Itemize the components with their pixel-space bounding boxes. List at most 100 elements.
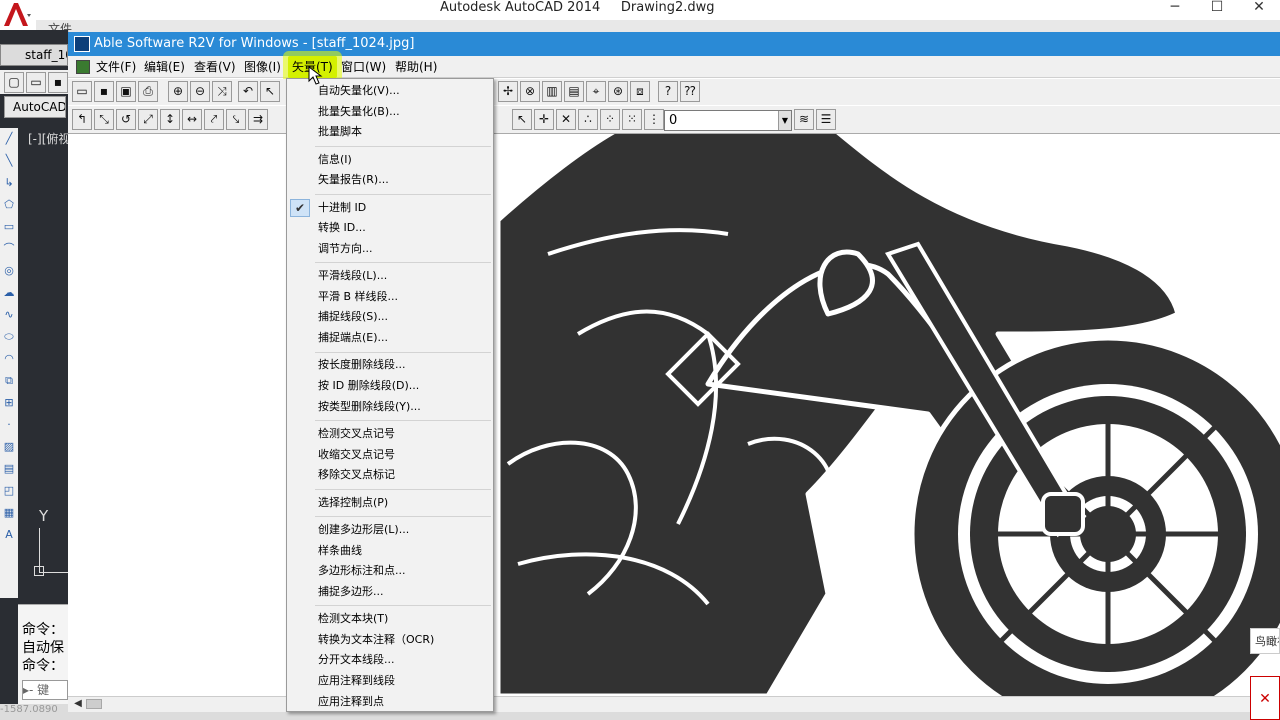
menu-edit[interactable]: 编辑(E)	[140, 56, 189, 78]
auto-vectorize-icon[interactable]: ⤨	[212, 81, 232, 102]
grid-tool-icon[interactable]: ▥	[542, 81, 562, 102]
column-tool-icon[interactable]: ▤	[564, 81, 584, 102]
scrollbar-thumb[interactable]	[86, 699, 102, 709]
vector-menu-item[interactable]: 平滑 B 样线段...	[288, 287, 493, 307]
raster-canvas[interactable]	[68, 121, 1280, 720]
node-set-icon[interactable]: ∴	[578, 109, 598, 130]
horizontal-split-icon[interactable]: ↔	[182, 109, 202, 130]
vector-menu-item[interactable]: 样条曲线	[288, 541, 493, 561]
document-icon[interactable]	[76, 60, 90, 74]
vertical-split-icon[interactable]: ↕	[160, 109, 180, 130]
hatch-tool-icon[interactable]: ▨	[2, 440, 16, 454]
layer-list-icon[interactable]: ☰	[816, 109, 836, 130]
vector-menu-item[interactable]: 信息(I)	[288, 150, 493, 170]
vector-menu-item[interactable]: 十进制 ID ✔	[288, 198, 493, 218]
point-tool-icon[interactable]: ·	[2, 418, 16, 432]
join-icon[interactable]: ⇉	[248, 109, 268, 130]
vector-menu-item[interactable]: 平滑线段(L)...	[288, 266, 493, 286]
vector-menu-item[interactable]: 批量脚本	[288, 122, 493, 142]
vector-menu-item[interactable]: 应用注释到线段	[288, 671, 493, 691]
r2v-app-icon[interactable]	[74, 36, 90, 52]
table-tool-icon[interactable]: ▦	[2, 506, 16, 520]
menu-view[interactable]: 查看(V)	[190, 56, 240, 78]
menu-file[interactable]: 文件(F)	[92, 56, 140, 78]
insert-block-icon[interactable]: ⧉	[2, 374, 16, 388]
scroll-left-icon[interactable]: ◀	[72, 698, 84, 710]
autocad-logo-icon[interactable]	[0, 0, 34, 30]
vector-menu-item[interactable]: 矢量报告(R)...	[288, 170, 493, 190]
multiline-text-icon[interactable]: A	[2, 528, 16, 542]
gradient-tool-icon[interactable]: ▤	[2, 462, 16, 476]
node-tool-icon[interactable]: ✢	[498, 81, 518, 102]
spline-tool-icon[interactable]: ∿	[2, 308, 16, 322]
vector-menu-item[interactable]: 多边形标注和点...	[288, 561, 493, 581]
ellipse-arc-icon[interactable]: ◠	[2, 352, 16, 366]
vector-menu-item[interactable]: 捕捉端点(E)...	[288, 328, 493, 348]
viewport-label[interactable]: [-][俯视	[28, 130, 68, 147]
node-grid-icon[interactable]: ⁘	[600, 109, 620, 130]
close-icon[interactable]: ✕	[1236, 0, 1280, 14]
workspace-selector[interactable]: AutoCAD	[4, 96, 66, 118]
horizontal-scrollbar[interactable]	[68, 696, 1280, 712]
lasso-icon[interactable]: ↺	[116, 109, 136, 130]
vector-menu-item[interactable]: 选择控制点(P)	[288, 493, 493, 513]
polyline-tool-icon[interactable]: ↳	[2, 176, 16, 190]
save-all-icon[interactable]: ▣	[116, 81, 136, 102]
vector-menu-item[interactable]: 检测交叉点记号	[288, 424, 493, 444]
panel-close-icon[interactable]: ✕	[1250, 676, 1280, 720]
undo-icon[interactable]: ↶	[238, 81, 258, 102]
zoom-in-icon[interactable]: ⊕	[168, 81, 188, 102]
construction-line-icon[interactable]: ╲	[2, 154, 16, 168]
vector-menu-item[interactable]: 捕捉线段(S)...	[288, 307, 493, 327]
move-node-icon[interactable]: ⤡	[94, 109, 114, 130]
vector-menu-item[interactable]: 收缩交叉点记号	[288, 445, 493, 465]
open-file-icon[interactable]: ▭	[72, 81, 92, 102]
snap-grid-icon[interactable]: ⋮	[644, 109, 664, 130]
open-folder-icon[interactable]: ▭	[26, 72, 46, 93]
vector-menu-item[interactable]: 应用注释到点	[288, 692, 493, 712]
vector-menu-item[interactable]: 按类型删除线段(Y)...	[288, 397, 493, 417]
vector-menu-item[interactable]: 按长度删除线段...	[288, 355, 493, 375]
diagonal-tool-icon[interactable]: ⤢	[138, 109, 158, 130]
context-help-icon[interactable]: ⁇	[680, 81, 700, 102]
vector-menu-item[interactable]: 检测文本块(T)	[288, 609, 493, 629]
polygon-tool-icon[interactable]: ⬠	[2, 198, 16, 212]
ellipse-tool-icon[interactable]: ⬭	[2, 330, 16, 344]
vector-menu-item[interactable]: 转换 ID...	[288, 218, 493, 238]
vector-menu-item[interactable]: 移除交叉点标记	[288, 465, 493, 485]
crosshair-tool-icon[interactable]: ⌖	[586, 81, 606, 102]
node-dots-icon[interactable]: ⁙	[622, 109, 642, 130]
layer-manager-icon[interactable]: ≋	[794, 109, 814, 130]
vector-menu-item[interactable]: 创建多边形层(L)...	[288, 520, 493, 540]
aerial-view-panel[interactable]: 鸟瞰视	[1250, 628, 1280, 654]
trim-icon[interactable]: ⤥	[226, 109, 246, 130]
save-icon[interactable]: ▪	[48, 72, 68, 93]
print-icon[interactable]: ⎙	[138, 81, 158, 102]
pick-point-icon[interactable]: ⊛	[608, 81, 628, 102]
command-input[interactable]: ▸- 键	[22, 680, 68, 700]
minimize-icon[interactable]: ─	[1152, 0, 1198, 14]
revision-cloud-icon[interactable]: ☁	[2, 286, 16, 300]
chevron-down-icon[interactable]: ▼	[778, 111, 791, 130]
break-tool-icon[interactable]: ⊗	[520, 81, 540, 102]
add-node-icon[interactable]: ✛	[534, 109, 554, 130]
delete-node-icon[interactable]: ✕	[556, 109, 576, 130]
region-tool-icon[interactable]: ◰	[2, 484, 16, 498]
line-tool-icon[interactable]: ╱	[2, 132, 16, 146]
circle-tool-icon[interactable]: ◎	[2, 264, 16, 278]
menu-image[interactable]: 图像(I)	[240, 56, 285, 78]
menu-help[interactable]: 帮助(H)	[391, 56, 441, 78]
vector-menu-item[interactable]: 调节方向...	[288, 239, 493, 259]
autocad-file-tab[interactable]: staff_10	[0, 44, 68, 66]
pointer-icon[interactable]: ↖	[512, 109, 532, 130]
rectangle-tool-icon[interactable]: ▭	[2, 220, 16, 234]
vector-menu-item[interactable]: 转换为文本注释（OCR)	[288, 630, 493, 650]
make-block-icon[interactable]: ⊞	[2, 396, 16, 410]
new-file-icon[interactable]: ▢	[4, 72, 24, 93]
vector-menu-item[interactable]: 分开文本线段...	[288, 650, 493, 670]
help-icon[interactable]: ?	[658, 81, 678, 102]
arc-tool-icon[interactable]: ⌒	[2, 242, 16, 256]
map-tool-icon[interactable]: ⧈	[630, 81, 650, 102]
vector-menu-item[interactable]: 批量矢量化(B)...	[288, 102, 493, 122]
save-file-icon[interactable]: ▪	[94, 81, 114, 102]
